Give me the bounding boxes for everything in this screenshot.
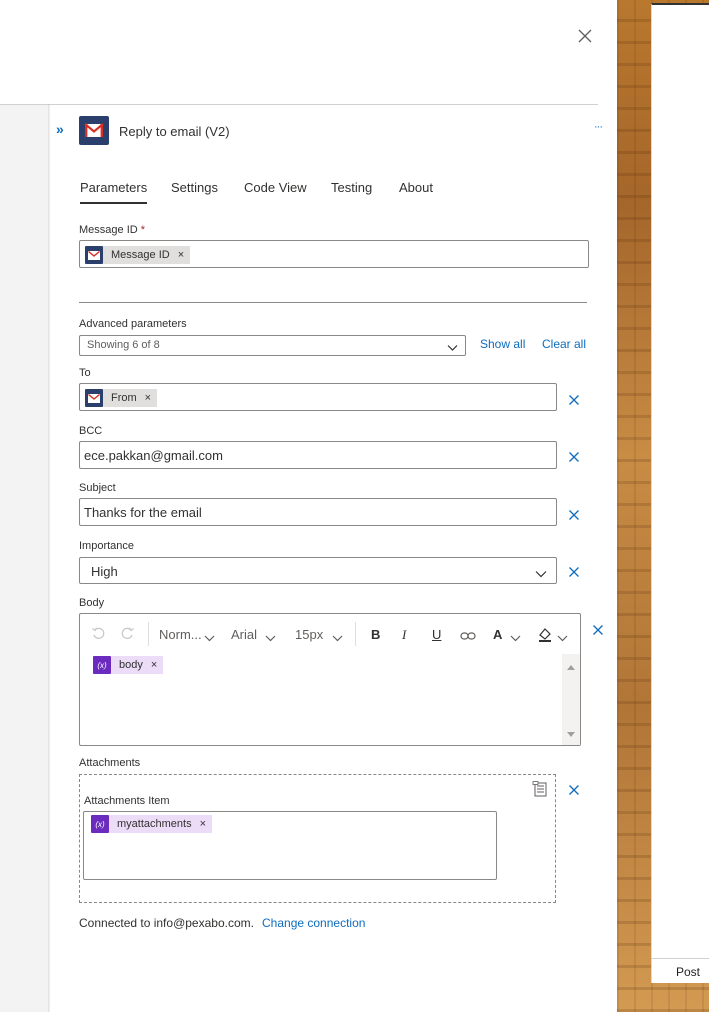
panel-shadow (48, 104, 50, 1012)
myattachments-token-label: myattachments (117, 818, 192, 830)
undo-icon[interactable] (91, 626, 105, 643)
message-id-token-label: Message ID (111, 249, 170, 261)
advanced-parameters-select[interactable]: Showing 6 of 8 (79, 335, 466, 356)
bcc-input[interactable]: ece.pakkan@gmail.com (79, 441, 557, 469)
myattachments-token[interactable]: (x) myattachments × (91, 815, 213, 833)
close-icon[interactable] (576, 27, 594, 45)
switch-to-array-icon[interactable] (532, 781, 548, 800)
remove-subject-icon[interactable] (568, 509, 580, 521)
toolbar-separator (355, 622, 356, 646)
font-size-dropdown[interactable]: 15px (295, 627, 323, 642)
subject-value: Thanks for the email (84, 505, 202, 520)
body-label: Body (79, 597, 105, 609)
body-token[interactable]: (x) body × (93, 656, 164, 674)
chevron-down-icon (265, 630, 276, 645)
connection-status: Connected to info@pexabo.com. (79, 916, 254, 930)
font-family-value: Arial (231, 627, 258, 642)
chevron-down-icon (535, 567, 547, 581)
more-options-icon[interactable]: ··· (594, 121, 603, 133)
font-color-button[interactable]: A (493, 627, 502, 642)
post-button[interactable]: Post (676, 965, 700, 979)
bcc-label: BCC (79, 425, 103, 437)
chevron-down-icon (557, 630, 568, 645)
attachments-label: Attachments (79, 757, 141, 769)
remove-importance-icon[interactable] (568, 566, 580, 578)
gmail-token-icon (85, 246, 103, 264)
remove-token-icon[interactable]: × (178, 249, 184, 261)
message-id-token[interactable]: Message ID × (85, 246, 191, 264)
advanced-parameters-label: Advanced parameters (79, 318, 187, 330)
section-divider (79, 302, 587, 303)
show-all-link[interactable]: Show all (480, 337, 525, 351)
panel-title: Reply to email (V2) (119, 124, 230, 139)
variable-icon: (x) (91, 815, 109, 833)
remove-token-icon[interactable]: × (145, 392, 151, 404)
bold-button[interactable]: B (371, 627, 380, 642)
message-id-label: Message ID * (79, 224, 145, 236)
paragraph-style-value: Norm... (159, 627, 202, 642)
font-family-dropdown[interactable]: Arial (231, 627, 257, 642)
variable-icon: (x) (93, 656, 111, 674)
from-token-label: From (111, 392, 137, 404)
side-card-divider (651, 958, 709, 959)
clear-all-link[interactable]: Clear all (542, 337, 586, 351)
toolbar-separator (148, 622, 149, 646)
remove-to-icon[interactable] (568, 394, 580, 406)
link-icon[interactable] (460, 629, 476, 644)
subject-input[interactable]: Thanks for the email (79, 498, 557, 526)
advanced-parameters-value: Showing 6 of 8 (87, 339, 160, 351)
italic-button[interactable]: I (402, 627, 406, 643)
message-id-field[interactable]: Message ID × (79, 240, 589, 268)
tab-code-view[interactable]: Code View (244, 180, 307, 195)
remove-attachments-icon[interactable] (568, 784, 580, 796)
to-field[interactable]: From × (79, 383, 557, 411)
from-token[interactable]: From × (85, 389, 158, 407)
side-card (651, 3, 709, 983)
remove-token-icon[interactable]: × (151, 659, 157, 671)
required-mark: * (140, 224, 146, 236)
redo-icon[interactable] (121, 626, 135, 643)
underline-button[interactable]: U (432, 627, 441, 642)
body-token-label: body (119, 659, 143, 671)
tab-testing[interactable]: Testing (331, 180, 372, 195)
gmail-connector-icon (79, 116, 109, 145)
editor-scrollbar[interactable] (562, 654, 580, 745)
tab-settings[interactable]: Settings (171, 180, 218, 195)
tab-about[interactable]: About (399, 180, 433, 195)
change-connection-link[interactable]: Change connection (262, 916, 365, 930)
importance-label: Importance (79, 540, 135, 552)
background-canvas (0, 104, 50, 1012)
chevron-down-icon (204, 630, 215, 645)
collapse-panel-icon[interactable]: » (56, 122, 72, 136)
attachments-item-label: Attachments Item (84, 795, 170, 807)
paragraph-style-dropdown[interactable]: Norm... (159, 627, 202, 642)
remove-bcc-icon[interactable] (568, 451, 580, 463)
chevron-down-icon (510, 630, 521, 645)
message-id-label-text: Message ID (79, 224, 138, 236)
remove-token-icon[interactable]: × (200, 818, 206, 830)
scroll-up-icon[interactable] (567, 659, 575, 673)
body-editor[interactable]: Norm... Arial 15px B I U A (x) body × (79, 613, 581, 746)
to-label: To (79, 367, 91, 379)
gmail-token-icon (85, 389, 103, 407)
header-divider (0, 104, 598, 105)
importance-value: High (91, 564, 118, 579)
importance-select[interactable]: High (79, 557, 557, 584)
remove-body-icon[interactable] (592, 624, 604, 636)
attachments-item-field[interactable]: (x) myattachments × (83, 811, 497, 880)
scroll-down-icon[interactable] (567, 726, 575, 740)
chevron-down-icon (332, 630, 343, 645)
chevron-down-icon (447, 341, 458, 355)
subject-label: Subject (79, 482, 116, 494)
highlight-color-icon[interactable] (537, 626, 553, 645)
bcc-value: ece.pakkan@gmail.com (84, 448, 223, 463)
tab-parameters[interactable]: Parameters (80, 180, 148, 204)
font-size-value: 15px (295, 627, 324, 642)
